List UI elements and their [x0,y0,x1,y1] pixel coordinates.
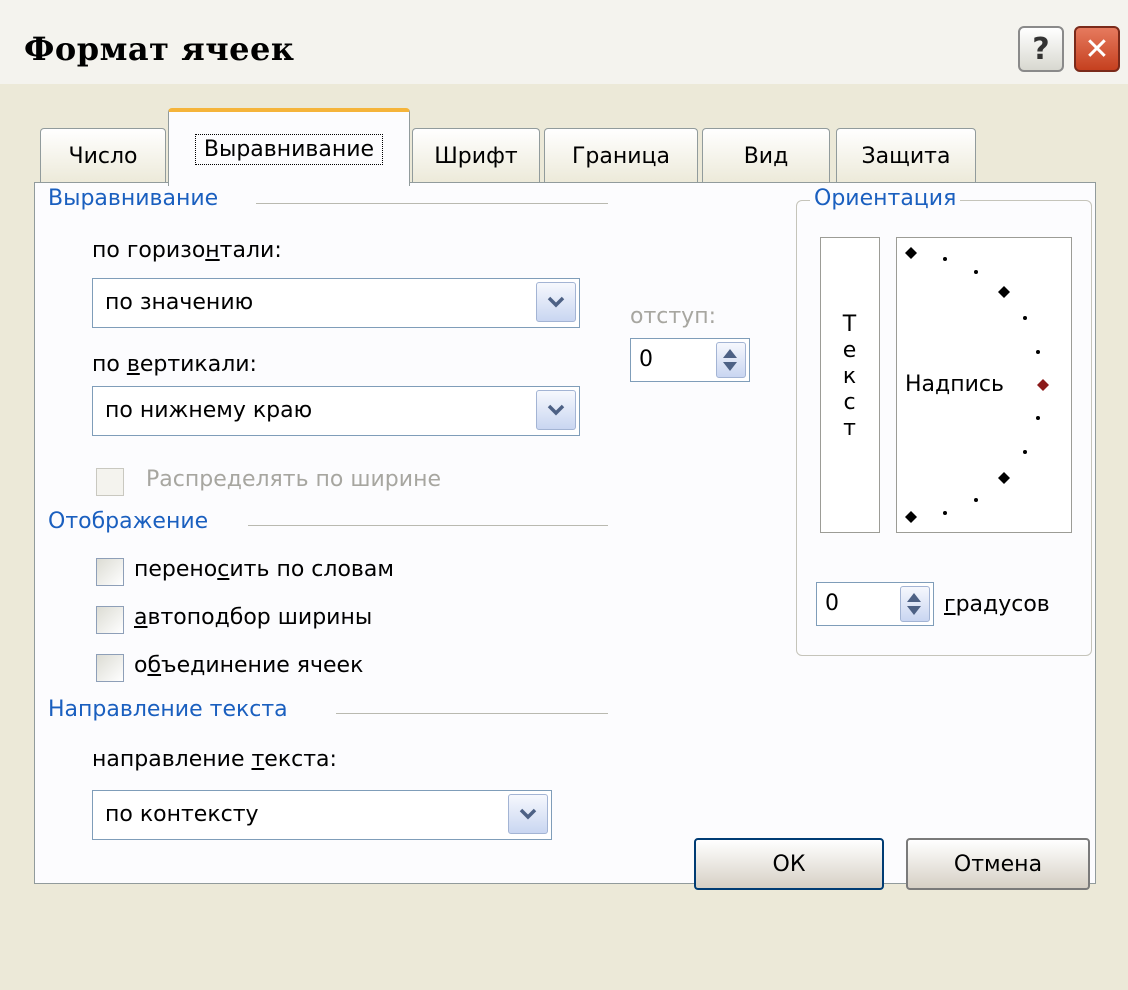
horizontal-select[interactable]: по значению [92,278,580,328]
tab-label: Защита [861,144,951,169]
tab-label: Граница [571,144,670,169]
dial-dot [974,270,978,274]
ok-label: ОК [772,851,806,877]
text-direction-select[interactable]: по контексту [92,790,552,840]
tab-label: Число [68,144,138,169]
group-divider [248,525,608,526]
dial-dot [1036,416,1040,420]
tab-protection[interactable]: Защита [836,128,976,184]
horizontal-value: по значению [105,290,254,315]
tab-border[interactable]: Граница [544,128,698,184]
indent-spinner[interactable]: 0 [630,338,750,382]
text-direction-value: по контексту [105,802,259,827]
tab-font[interactable]: Шрифт [412,128,540,184]
merge-cells-label: объединение ячеек [134,653,364,678]
close-icon: ✕ [1084,31,1110,67]
dial-dot [974,498,978,502]
wrap-text-checkbox[interactable] [96,558,124,586]
wrap-text-label: переносить по словам [134,557,394,582]
alignment-group-label: Выравнивание [48,186,229,211]
display-group-label: Отображение [48,509,219,534]
vertical-value: по нижнему краю [105,398,313,423]
chevron-down-icon[interactable] [536,282,576,322]
chevron-down-icon[interactable] [508,794,548,834]
title-bar: Формат ячеек ? ✕ [0,0,1128,84]
tab-fill[interactable]: Вид [702,128,830,184]
tab-label: Выравнивание [194,133,384,165]
shrink-to-fit-checkbox[interactable] [96,606,124,634]
vertical-text-letter: с [843,390,856,415]
dial-dot [1023,316,1027,320]
tab-alignment[interactable]: Выравнивание [168,108,410,186]
help-button[interactable]: ? [1018,26,1064,72]
cancel-button[interactable]: Отмена [906,838,1090,890]
group-divider [336,713,608,714]
vertical-text-letter: к [842,364,857,389]
vertical-select[interactable]: по нижнему краю [92,386,580,436]
dial-dot [943,511,947,515]
distribute-checkbox[interactable] [96,468,124,496]
vertical-text-letter: т [843,416,856,441]
format-cells-dialog: Формат ячеек ? ✕ Число Выравнивание Шриф… [0,0,1128,990]
direction-group-label: Направление текста [48,697,298,722]
vertical-label: по вертикали: [92,352,257,377]
tab-label: Шрифт [434,144,518,169]
vertical-text-box[interactable]: Текст [820,237,880,533]
dial-current-marker [1037,379,1049,391]
dial-dot [943,257,947,261]
close-button[interactable]: ✕ [1074,26,1120,72]
shrink-to-fit-label: автоподбор ширины [134,605,373,630]
distribute-label: Распределять по ширине [146,467,441,492]
indent-value: 0 [639,347,653,372]
vertical-text: Текст [821,312,878,442]
dial-dot [1023,450,1027,454]
dial-text: Надпись [905,372,1004,397]
ok-button[interactable]: ОК [694,838,884,890]
tab-label: Вид [743,144,789,169]
dial-dot [1036,350,1040,354]
orientation-dial[interactable]: Надпись [896,237,1072,533]
tab-number[interactable]: Число [40,128,166,184]
dial-marker [905,511,917,523]
chevron-down-icon[interactable] [536,390,576,430]
spin-arrows-icon[interactable] [716,342,746,378]
dial-marker [998,286,1010,298]
orientation-group-label: Ориентация [810,186,961,211]
merge-cells-checkbox[interactable] [96,654,124,682]
text-direction-label: направление текста: [92,747,337,772]
spin-arrows-icon[interactable] [900,586,930,622]
degrees-label: градусов [944,592,1050,617]
indent-label: отступ: [630,304,717,329]
horizontal-label: по горизонтали: [92,238,282,263]
degrees-spinner[interactable]: 0 [816,582,934,626]
question-icon: ? [1032,31,1050,67]
vertical-text-letter: е [842,338,857,363]
group-divider [256,203,608,204]
dialog-title: Формат ячеек [24,30,295,68]
dial-marker [998,472,1010,484]
vertical-text-letter: Т [842,312,857,337]
dial-marker [905,247,917,259]
degrees-value: 0 [825,591,839,616]
cancel-label: Отмена [953,851,1043,877]
